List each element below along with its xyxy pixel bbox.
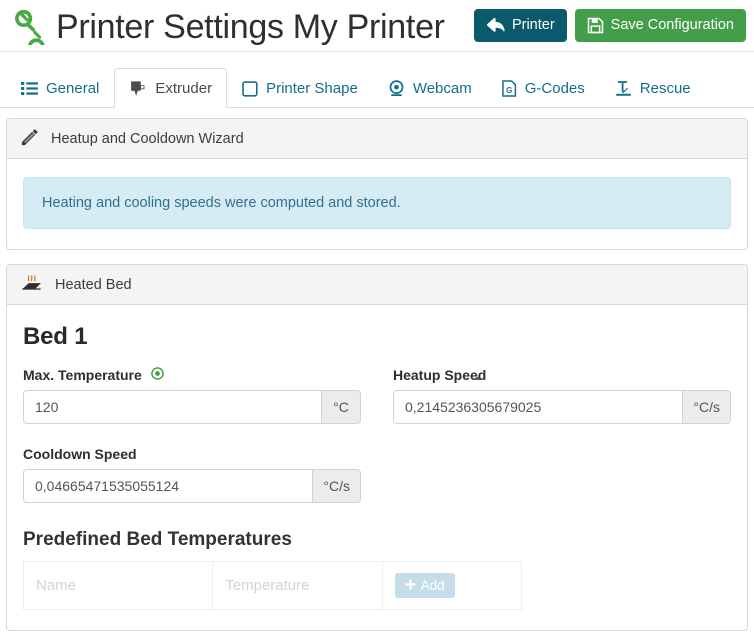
table-spacer: [23, 503, 731, 525]
column-header-name: Name: [22, 561, 214, 610]
heatup-speed-input-group: °C/s: [393, 390, 731, 424]
table-header-row: Name Temperature Add: [22, 561, 523, 610]
tab-extruder-label: Extruder: [155, 80, 213, 97]
header-actions: Printer Save Configuration: [473, 9, 750, 42]
square-icon: [242, 80, 258, 97]
wizard-panel-title: Heatup and Cooldown Wizard: [51, 130, 244, 147]
back-arrow-icon: [486, 17, 505, 34]
bed-section-title: Bed 1: [23, 323, 88, 350]
tab-extruder[interactable]: Extruder: [114, 68, 228, 108]
heated-bed-panel-header: Heated Bed: [7, 265, 747, 305]
app-header: Printer Settings My Printer Printer Save…: [0, 0, 754, 52]
plus-icon: [405, 578, 416, 593]
heated-bed-icon: [21, 274, 43, 295]
svg-text:G: G: [506, 86, 512, 95]
floppy-save-icon: [587, 17, 604, 34]
tab-printer-shape[interactable]: Printer Shape: [227, 68, 373, 108]
list-icon: [21, 81, 38, 96]
predefined-bed-temperatures-table: Name Temperature Add: [22, 561, 523, 610]
chain-link-icon: [8, 5, 52, 47]
cooldown-speed-unit: °C/s: [312, 469, 361, 503]
cooldown-speed-input[interactable]: [23, 469, 313, 503]
heated-bed-panel-title: Heated Bed: [55, 276, 132, 293]
page-title: Printer Settings My Printer: [56, 7, 445, 46]
printer-button-label: Printer: [511, 16, 555, 33]
cooldown-speed-field-group: Cooldown Speed °C/s: [23, 446, 377, 503]
predefined-bed-temperatures-title: Predefined Bed Temperatures: [23, 529, 292, 550]
green-target-icon[interactable]: [151, 367, 164, 383]
heated-bed-panel-body: Bed 1 Max. Temperature 120 °C Heatup Spe…: [7, 305, 747, 630]
webcam-icon: [388, 80, 405, 97]
add-temperature-button[interactable]: Add: [394, 573, 455, 598]
column-header-actions: Add: [381, 561, 523, 610]
heatup-speed-unit: °C/s: [682, 390, 731, 424]
bed-form-row-2-empty: [377, 446, 731, 503]
rescue-anchor-icon: [615, 80, 632, 97]
max-temperature-field-group: Max. Temperature °C: [23, 367, 377, 424]
stray-artifact-dot: [476, 377, 480, 380]
wizard-panel-header: Heatup and Cooldown Wizard: [7, 119, 747, 159]
wizard-panel-body: Heating and cooling speeds were computed…: [7, 159, 747, 249]
magic-wand-icon: [21, 128, 39, 150]
wizard-status-alert: Heating and cooling speeds were computed…: [23, 177, 731, 229]
heatup-cooldown-wizard-panel: Heatup and Cooldown Wizard Heating and c…: [6, 118, 748, 250]
file-gcode-icon: G: [501, 80, 517, 97]
tab-rescue-label: Rescue: [639, 80, 691, 97]
heatup-speed-label: Heatup Speed: [393, 367, 487, 383]
tab-general-label: General: [46, 80, 100, 97]
max-temperature-unit: °C: [321, 390, 361, 424]
tab-general[interactable]: General: [6, 68, 114, 108]
save-configuration-label: Save Configuration: [610, 16, 734, 33]
cooldown-speed-label: Cooldown Speed: [23, 446, 137, 462]
column-header-temperature: Temperature: [212, 561, 383, 610]
max-temperature-label-wrap: Max. Temperature: [23, 367, 361, 383]
tab-webcam-label: Webcam: [412, 80, 472, 97]
printer-button[interactable]: Printer: [473, 9, 567, 42]
bed-form-row-1: Max. Temperature °C: [23, 367, 731, 424]
form-spacer: [23, 424, 731, 446]
heated-bed-panel: Heated Bed Bed 1 Max. Temperature 120 °C…: [6, 264, 748, 631]
tab-g-codes-label: G-Codes: [524, 80, 585, 97]
tab-bar: General Extruder Printer Shape Webcam G …: [0, 52, 754, 108]
tab-webcam[interactable]: Webcam: [373, 68, 487, 108]
cooldown-speed-label-wrap: Cooldown Speed: [23, 446, 361, 462]
tab-printer-shape-label: Printer Shape: [266, 80, 358, 97]
save-configuration-button[interactable]: Save Configuration: [574, 9, 746, 42]
tab-g-codes[interactable]: G G-Codes: [487, 68, 600, 108]
heatup-speed-field-group: Heatup Speed °C/s: [377, 367, 731, 424]
content-area: Heatup and Cooldown Wizard Heating and c…: [0, 108, 754, 631]
page-root: Printer Settings My Printer Printer Save…: [0, 0, 754, 631]
max-temperature-input[interactable]: [23, 390, 321, 424]
heatup-speed-label-wrap: Heatup Speed: [393, 367, 731, 383]
tab-rescue[interactable]: Rescue: [600, 68, 706, 108]
max-temperature-label: Max. Temperature: [23, 367, 142, 383]
max-temperature-input-group: °C: [23, 390, 361, 424]
cooldown-speed-input-group: °C/s: [23, 469, 361, 503]
heatup-speed-input[interactable]: [393, 390, 683, 424]
bed-form-row-2: Cooldown Speed °C/s: [23, 446, 731, 503]
extruder-icon: [129, 80, 147, 97]
add-temperature-label: Add: [420, 578, 445, 593]
